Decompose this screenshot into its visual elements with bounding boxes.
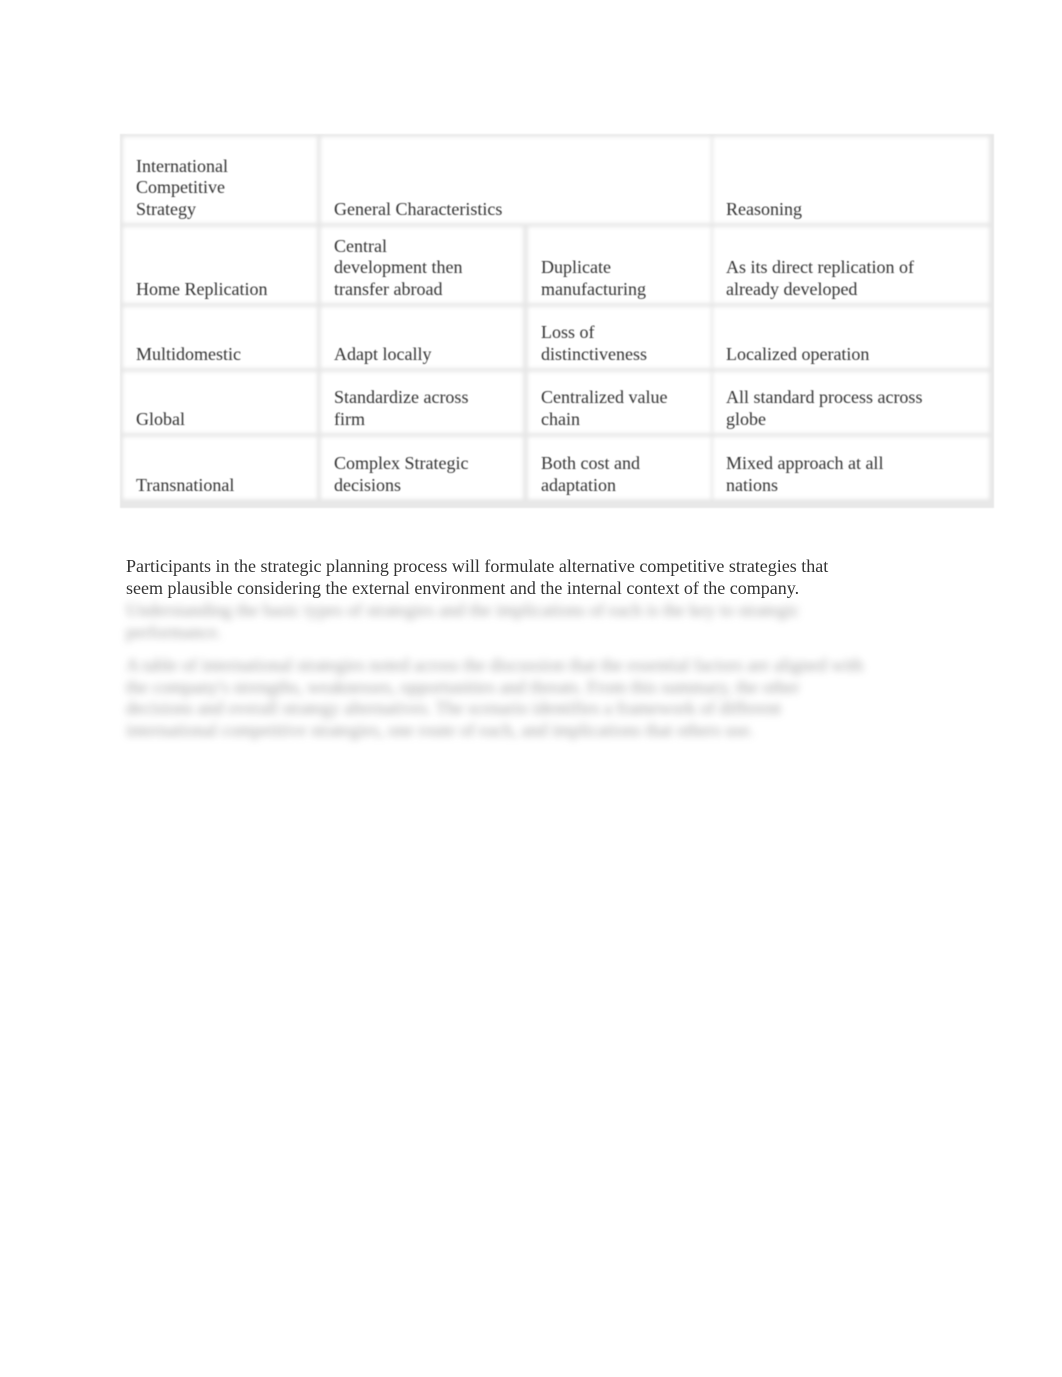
cell-text: Complex Strategic decisions	[334, 453, 469, 495]
header-reasoning: Reasoning	[716, 140, 986, 220]
cell-text: Adapt locally	[334, 343, 432, 364]
table-row-3-reasoning: All standard process across globe	[716, 375, 986, 430]
table-row-4-reasoning: Mixed approach at all nations	[716, 440, 986, 496]
cell-text: Localized operation	[726, 343, 870, 364]
blurred-paragraph-2: A table of international strategies note…	[126, 655, 864, 740]
table-row-3-char1: Standardize across firm	[324, 375, 520, 430]
cell-text: Centralized value chain	[541, 387, 668, 429]
cell-text: Home Replication	[136, 278, 268, 299]
table-row-3-char2: Centralized value chain	[531, 375, 708, 430]
table-row-2-char2: Loss of distinctiveness	[531, 310, 708, 365]
cell-text: Standardize across firm	[334, 387, 469, 429]
cell-text: Both cost and adaptation	[541, 453, 640, 495]
header-reasoning-text: Reasoning	[726, 198, 802, 219]
table-row-1-char2: Duplicate manufacturing	[531, 230, 708, 300]
header-strategy: International Competitive Strategy	[126, 140, 314, 220]
strategy-table: International Competitive Strategy Gener…	[120, 134, 994, 508]
table-row-1-char1: Central development then transfer abroad	[324, 230, 520, 300]
cell-text: Loss of distinctiveness	[541, 322, 647, 364]
cell-text: Duplicate manufacturing	[541, 257, 646, 299]
blurred-paragraph-1: Understanding the basic types of strateg…	[126, 600, 800, 642]
table-row-4-char1: Complex Strategic decisions	[324, 440, 520, 496]
table-row-1-strategy: Home Replication	[126, 230, 314, 300]
header-characteristics: General Characteristics	[324, 140, 708, 220]
table-row-2-strategy: Multidomestic	[126, 310, 314, 365]
table-row-4-strategy: Transnational	[126, 440, 314, 496]
table-row-2-reasoning: Localized operation	[716, 310, 986, 365]
cell-text: Mixed approach at all nations	[726, 453, 884, 495]
body-paragraph: Participants in the strategic planning p…	[126, 556, 829, 598]
cell-text: Transnational	[136, 474, 235, 495]
header-strategy-text: International Competitive Strategy	[136, 155, 228, 219]
cell-text: Global	[136, 408, 185, 429]
cell-text: As its direct replication of already dev…	[726, 257, 914, 299]
table-row-2-char1: Adapt locally	[324, 310, 520, 365]
cell-text: Multidomestic	[136, 343, 241, 364]
cell-text: All standard process across globe	[726, 387, 923, 429]
header-characteristics-text: General Characteristics	[334, 198, 503, 219]
cell-text: Central development then transfer abroad	[334, 235, 463, 299]
table-row-4-char2: Both cost and adaptation	[531, 440, 708, 496]
table-row-3-strategy: Global	[126, 375, 314, 430]
table-row-1-reasoning: As its direct replication of already dev…	[716, 230, 986, 300]
